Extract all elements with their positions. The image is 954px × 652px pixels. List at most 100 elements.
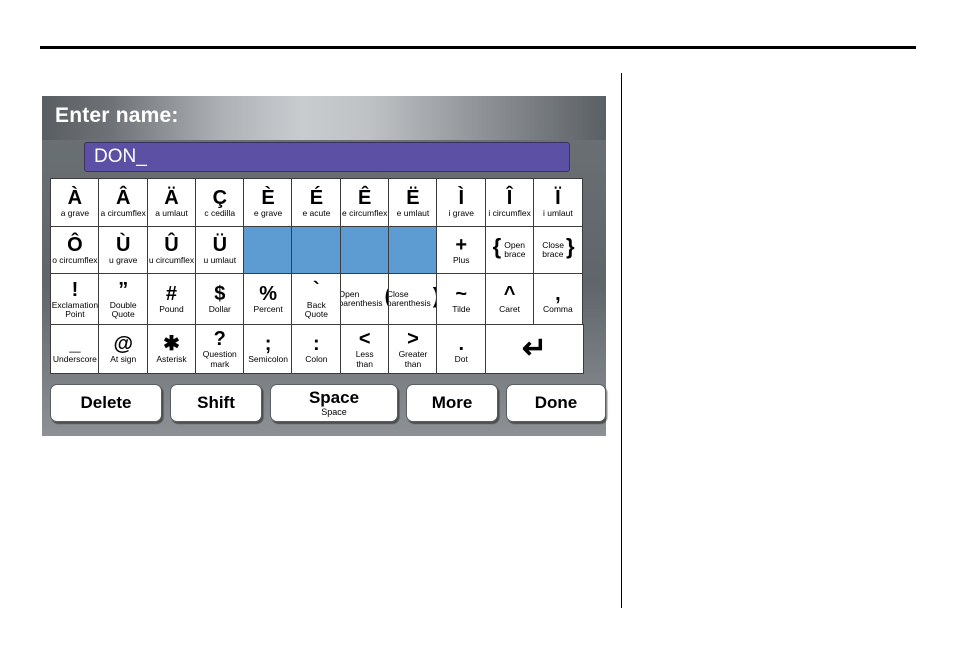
key-e-grave[interactable]: Èe grave [243,178,293,227]
key-u-circumflex[interactable]: Ûu circumflex [146,225,197,275]
key-caption: Colon [305,353,328,364]
key-caption: e acute [302,207,331,218]
page-vertical-divider [621,73,622,608]
key-i-circumflex[interactable]: Îi circumflex [484,178,535,227]
key-comma[interactable]: , Comma [532,273,583,325]
done-button-label: Done [534,393,578,412]
key-pound[interactable]: # Pound [146,273,197,325]
key-a-umlaut[interactable]: Äa umlaut [146,178,197,227]
key-caption: e umlaut [396,207,430,218]
key-u-umlaut[interactable]: Üu umlaut [194,225,245,275]
key-caption: Dot [454,353,468,364]
key-caret[interactable]: ^ Caret [484,273,535,325]
key-a-grave[interactable]: Àa grave [50,178,100,227]
key-asterisk[interactable]: ✱ Asterisk [146,323,197,374]
key-glyph: Ü [212,234,228,257]
key-caption: Percent [253,304,283,315]
key-caption: Semicolon [248,353,288,364]
key-open-parenthesis[interactable]: (Openparenthesis [339,273,390,325]
key-e-umlaut[interactable]: Ëe umlaut [388,178,438,227]
key-less-than[interactable]: < Less than [339,323,390,374]
key-blank [291,225,342,275]
key-blank [388,225,438,275]
key-plus[interactable]: + Plus [436,225,487,275]
delete-button[interactable]: Delete [50,384,162,422]
key-e-circumflex[interactable]: Êe circumflex [339,178,390,227]
character-key-grid: Àa grave Âa circumflex Äa umlaut Çc cedilla… [50,178,598,374]
name-entry-field[interactable]: DON_ [84,142,570,172]
key-tilde[interactable]: ~ Tilde [436,273,487,325]
key-dot[interactable]: . Dot [436,323,487,374]
key-back-quote[interactable]: ` Back Quote [291,273,342,325]
key-caption: Caret [499,304,520,315]
key-glyph: Û [164,234,179,257]
name-entry-value: DON_ [94,146,147,167]
key-glyph: , [555,283,561,306]
key-o-circumflex[interactable]: Ôo circumflex [50,225,100,275]
key-percent[interactable]: % Percent [243,273,293,325]
key-caption: Less than [355,349,374,369]
key-glyph: $ [214,283,226,306]
key-glyph: Ê [358,186,372,209]
key-a-circumflex[interactable]: Âa circumflex [98,178,149,227]
key-glyph: Ô [67,234,83,257]
key-caption: u umlaut [203,255,237,266]
key-caption: o circumflex [52,255,98,266]
key-glyph: + [455,234,468,257]
key-e-acute[interactable]: Ée acute [291,178,342,227]
key-glyph: Î [506,186,513,209]
key-caption: Underscore [52,353,97,364]
done-button[interactable]: Done [506,384,606,422]
key-glyph: Ï [555,186,561,209]
enter-arrow-icon: ↵ [521,331,548,365]
key-caption: Exclamation Point [51,299,99,319]
delete-button-label: Delete [80,393,132,412]
key-dollar[interactable]: $ Dollar [194,273,245,325]
key-exclamation-point[interactable]: ! Exclamation Point [50,273,100,325]
key-glyph: ~ [455,283,468,306]
key-colon[interactable]: : Colon [291,323,342,374]
key-glyph: ” [118,278,129,301]
key-caption: Plus [453,255,470,266]
key-caption: Dollar [208,304,231,315]
shift-button[interactable]: Shift [170,384,262,422]
key-caption: i umlaut [542,207,573,218]
key-glyph: É [309,186,324,209]
shift-button-label: Shift [197,393,235,412]
key-glyph: % [259,283,277,306]
space-button[interactable]: Space Space [270,384,398,422]
key-i-umlaut[interactable]: Ïi umlaut [532,178,583,227]
key-blank [339,225,390,275]
key-i-grave[interactable]: Ìi grave [436,178,487,227]
key-enter[interactable]: ↵ [484,323,585,374]
key-close-brace[interactable]: } Close brace [532,225,583,275]
key-glyph: # [165,283,178,306]
key-u-grave[interactable]: Ùu grave [98,225,149,275]
key-glyph: < [358,328,371,350]
key-semicolon[interactable]: ; Semicolon [243,323,293,374]
key-open-brace[interactable]: {Open brace [484,225,535,275]
key-close-parenthesis[interactable]: )Closeparenthesis [388,273,438,325]
key-glyph: } [565,234,575,259]
key-caption: a circumflex [100,207,146,218]
key-glyph: ✱ [163,332,180,355]
key-caption: i grave [448,207,475,218]
key-caption: Open parenthesis [339,288,383,308]
key-double-quote[interactable]: ” Double Quote [98,273,149,325]
key-underscore[interactable]: _ Underscore [50,323,100,374]
key-glyph: Ä [164,186,179,209]
key-greater-than[interactable]: > Greater than [388,323,438,374]
key-at-sign[interactable]: @ At sign [98,323,149,374]
key-caption: Back Quote [304,299,328,319]
more-button[interactable]: More [406,384,498,422]
space-button-sublabel: Space [321,407,347,417]
space-button-label: Space [308,388,360,407]
key-caption: Close parenthesis [388,288,431,308]
key-c-cedilla[interactable]: Çc cedilla [194,178,245,227]
key-glyph: _ [69,332,81,355]
key-caption: Pound [159,304,184,315]
key-glyph: Ç [212,186,228,209]
key-question-mark[interactable]: ? Question mark [194,323,245,374]
key-glyph: ? [213,328,226,350]
key-caption: Tilde [452,304,471,315]
